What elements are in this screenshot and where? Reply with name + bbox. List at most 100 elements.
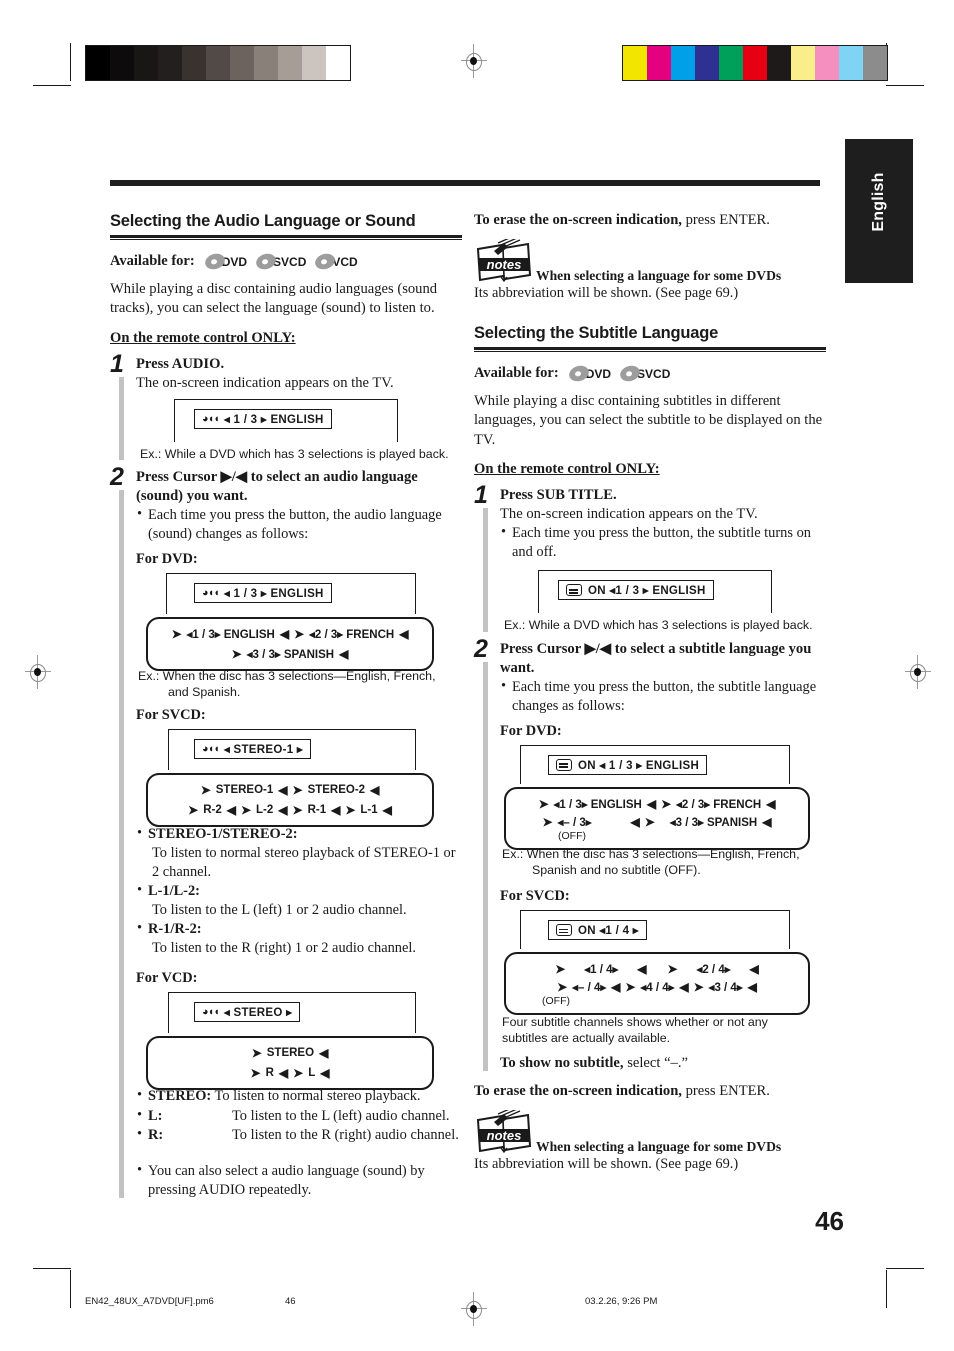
color-swatch xyxy=(623,46,647,80)
osd-diagram-audio-vcd: ◕◖◖ ◂ STEREO ▸ ➤ STEREO ◀ ➤ R ◀ ➤ L ◀ xyxy=(136,990,462,1091)
color-swatch xyxy=(767,46,791,80)
notes-block-subtitle: notes When selecting a language for some… xyxy=(474,1106,826,1173)
remote-only-note-subtitle: On the remote control ONLY: xyxy=(474,461,660,478)
disc-label: DVD xyxy=(221,255,248,269)
color-swatch xyxy=(647,46,671,80)
arrow-right-icon: ➤ xyxy=(667,961,678,976)
gray-swatch xyxy=(182,46,206,80)
arrow-left-icon: ◀ xyxy=(370,783,380,798)
arrow-right-icon: ➤ xyxy=(555,961,566,976)
arrow-right-icon: ➤ xyxy=(231,647,242,662)
arrow-right-icon: ➤ xyxy=(294,627,305,642)
step-2-audio: 2 Press Cursor ▶/◀ to select an audio la… xyxy=(110,465,462,1200)
step-1-desc: The on-screen indication appears on the … xyxy=(500,506,758,523)
cycle-row: ➤ R-2 ◀ ➤ L-2 ◀ ➤ R-1 ◀ ➤ L-1 ◀ xyxy=(156,800,424,820)
trim-mark-left-upper xyxy=(33,85,71,86)
registration-target-left xyxy=(25,655,51,689)
gray-swatch xyxy=(134,46,158,80)
heading-rule-thick xyxy=(110,235,462,238)
def-text: To listen to the R (right) audio channel… xyxy=(232,1126,459,1143)
arrow-left-icon: ◀ xyxy=(637,961,647,976)
arrow-left-icon: ◀ xyxy=(339,647,349,662)
erase-bold-text: To erase the on-screen indication, xyxy=(474,212,682,228)
example-line: Ex.: When the disc has 3 selections—Engl… xyxy=(138,669,436,684)
step-bar xyxy=(483,508,488,632)
cycle-loop-dvd-subtitle: ➤ ◂1 / 3▸ ENGLISH ◀ ➤ ◂2 / 3▸ FRENCH ◀ ➤… xyxy=(504,786,810,850)
step-1-title: Press AUDIO. xyxy=(136,355,225,372)
osd-chip-text: ON ◂1 / 4 ▸ xyxy=(578,924,639,937)
gray-swatch xyxy=(278,46,302,80)
osd-diagram-audio-step1: ◕◖◖ ◂ 1 / 3 ▸ ENGLISH xyxy=(136,395,462,443)
cycle-option: L-2 xyxy=(256,804,274,817)
dvd-example-subtitle: Ex.: When the disc has 3 selections—Engl… xyxy=(502,846,826,878)
arrow-left-icon: ◀ xyxy=(319,1046,329,1061)
color-swatch xyxy=(839,46,863,80)
show-no-subtitle-bold: To show no subtitle, xyxy=(500,1055,624,1072)
for-vcd-label-audio: For VCD: xyxy=(136,970,198,987)
cycle-option: ◂2 / 3▸ FRENCH xyxy=(309,629,395,642)
notes-body: Its abbreviation will be shown. (See pag… xyxy=(474,1156,739,1173)
osd-indicator-chip: ON ◂1 / 3 ▸ ENGLISH xyxy=(558,580,714,601)
osd-indicator-chip: ◕◖◖ ◂ 1 / 3 ▸ ENGLISH xyxy=(194,409,332,430)
audio-track-icon: ◕◖◖ xyxy=(202,1006,220,1019)
arrow-left-icon: ◀ xyxy=(279,627,290,642)
def-text: To listen to normal stereo playback of S… xyxy=(152,845,456,881)
list-item: You can also select a audio language (so… xyxy=(136,1161,462,1200)
list-item: R: To listen to the R (right) audio chann… xyxy=(136,1125,462,1145)
footer-page: 46 xyxy=(285,1296,296,1307)
osd-chip-text: ◂ STEREO ▸ xyxy=(223,1007,293,1020)
step-1-desc: The on-screen indication appears on the … xyxy=(136,374,394,391)
arrow-left-icon: ◀ xyxy=(320,1066,330,1081)
step-number: 1 xyxy=(474,481,488,510)
list-item: Each time you press the button, the subt… xyxy=(500,523,826,562)
erase-indication-audio: To erase the on-screen indication, press… xyxy=(474,212,826,229)
cycle-option: ◂3 / 3▸ SPANISH xyxy=(669,816,758,829)
page-number: 46 xyxy=(815,1206,844,1236)
for-dvd-label-subtitle: For DVD: xyxy=(500,722,562,739)
dvd-example-audio: Ex.: When the disc has 3 selections—Engl… xyxy=(138,668,462,700)
cycle-row: ➤ ◂– / 4▸ ◀ ➤ ◂4 / 4▸ ◀ ➤ ◂3 / 4▸ ◀ xyxy=(514,979,800,995)
show-no-subtitle: To show no subtitle, select “–.” xyxy=(500,1054,826,1073)
trim-mark-right-lower xyxy=(886,1268,924,1269)
gray-swatch xyxy=(110,46,134,80)
subtitle-icon xyxy=(556,923,572,936)
page-top-rule xyxy=(110,180,820,186)
svcd-definitions: STEREO-1/STEREO-2: To listen to normal st… xyxy=(136,824,462,958)
trim-mark-left-lower xyxy=(33,1268,71,1269)
cycle-row: ➤ ◂3 / 3▸ SPANISH ◀ xyxy=(156,644,424,664)
audio-track-icon: ◕◖◖ xyxy=(202,413,220,426)
svg-text:notes: notes xyxy=(487,1128,522,1143)
language-tab: English xyxy=(845,139,913,283)
gray-swatch xyxy=(302,46,326,80)
erase-rest-text: press ENTER. xyxy=(681,212,770,228)
off-label: (OFF) xyxy=(542,995,570,1008)
arrow-right-icon: ➤ xyxy=(542,814,553,829)
arrow-right-icon: ➤ xyxy=(292,783,303,798)
cycle-row: ➤ STEREO-1 ◀ ➤ STEREO-2 ◀ xyxy=(156,780,424,800)
cycle-option: L-1 xyxy=(360,804,378,817)
example-line: and Spanish. xyxy=(168,685,241,700)
cycle-option: STEREO-1 xyxy=(215,784,274,797)
osd-diagram-audio-svcd: ◕◖◖ ◂ STEREO-1 ▸ ➤ STEREO-1 ◀ ➤ STEREO-2… xyxy=(136,727,462,828)
arrow-right-icon: ➤ xyxy=(625,979,636,994)
gray-swatch xyxy=(230,46,254,80)
osd-indicator-chip: ◕◖◖ ◂ STEREO ▸ xyxy=(194,1002,301,1023)
gray-swatch xyxy=(326,46,350,80)
cycle-option: ◂– / 4▸ xyxy=(572,981,607,994)
disc-badge-svcd: SVCD xyxy=(618,363,670,384)
cycle-option: ◂2 / 3▸ FRENCH xyxy=(676,798,762,811)
color-swatch xyxy=(743,46,767,80)
arrow-left-icon: ◀ xyxy=(749,961,759,976)
heading-rule-thick xyxy=(474,347,826,350)
arrow-left-icon: ◀ xyxy=(278,803,288,818)
language-tab-label: English xyxy=(870,172,887,232)
trim-mark-right-bottom xyxy=(886,1270,887,1308)
cycle-option: R xyxy=(265,1067,274,1080)
osd-indicator-chip: ◕◖◖ ◂ 1 / 3 ▸ ENGLISH xyxy=(194,583,332,604)
step-1-example: Ex.: While a DVD which has 3 selections … xyxy=(140,447,449,462)
registration-target-bottom xyxy=(461,1292,487,1326)
note-line: subtitles are actually available. xyxy=(502,1030,671,1045)
cycle-option: ◂1 / 3▸ ENGLISH xyxy=(553,798,642,811)
osd-chip-text: ◂ STEREO-1 ▸ xyxy=(223,744,303,757)
arrow-right-icon: ➤ xyxy=(188,803,199,818)
